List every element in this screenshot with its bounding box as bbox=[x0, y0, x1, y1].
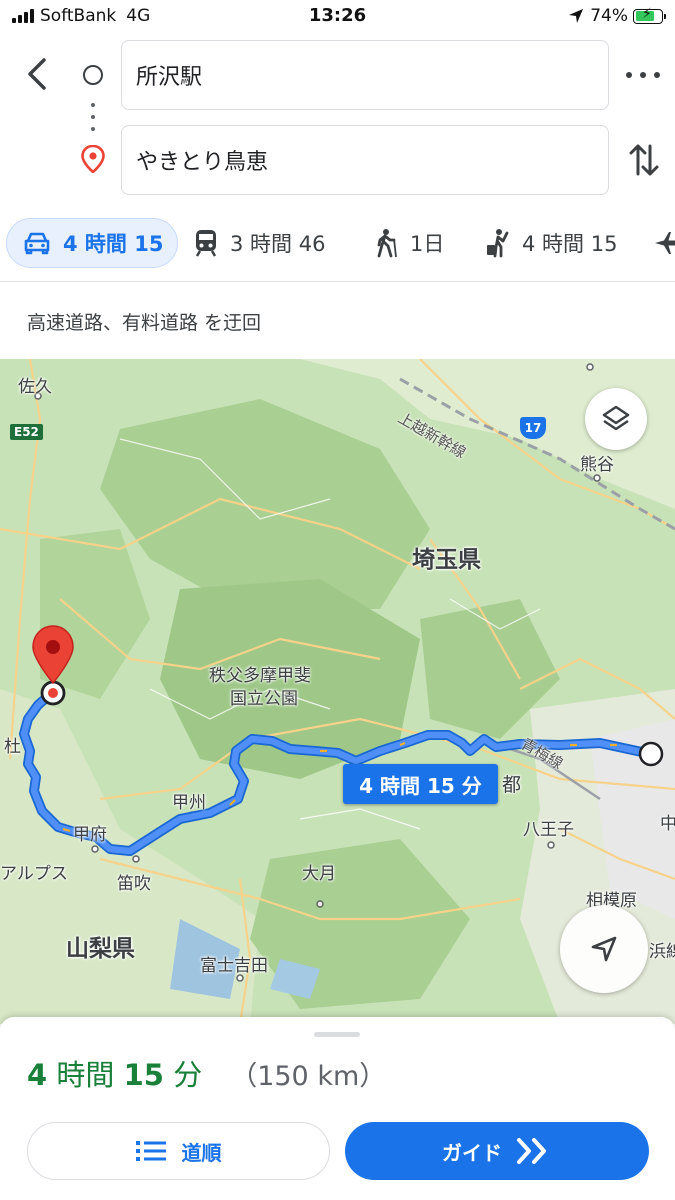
trip-duration: 4 時間 15 分 bbox=[27, 1052, 202, 1094]
battery-icon: ⚡ bbox=[633, 5, 666, 24]
tab-drive-label: 4 時間 15 bbox=[63, 232, 164, 256]
map-label-saitama: 埼玉県 bbox=[412, 547, 481, 573]
map-label-fujiyoshida: 富士吉田 bbox=[200, 956, 268, 976]
signal-icon bbox=[12, 9, 34, 23]
location-arrow-icon bbox=[569, 9, 584, 23]
map-label-hachioji: 八王子 bbox=[523, 820, 574, 840]
map-label-alps: アルプス bbox=[0, 864, 68, 884]
start-marker bbox=[638, 741, 664, 767]
double-chevron-icon bbox=[517, 1138, 546, 1164]
map-label-yamanashi: 山梨県 bbox=[66, 936, 135, 962]
travel-mode-tabs: 4 時間 15 3 時間 46 1日 4 時間 15 bbox=[0, 218, 675, 274]
origin-circle-icon bbox=[83, 65, 103, 85]
duration-minutes: 15 bbox=[123, 1058, 164, 1092]
tab-walk-label: 1日 bbox=[410, 232, 445, 256]
layers-icon bbox=[602, 405, 630, 431]
flight-icon bbox=[655, 232, 675, 254]
map-label-saku: 佐久 bbox=[18, 377, 52, 397]
duration-hours-unit: 時間 bbox=[47, 1058, 124, 1092]
swap-button[interactable] bbox=[626, 140, 662, 180]
more-options-button[interactable] bbox=[626, 64, 660, 86]
tab-walk[interactable]: 1日 bbox=[374, 218, 444, 268]
route-17-shield: 17 bbox=[520, 417, 546, 439]
status-right: 74% ⚡ bbox=[568, 5, 666, 26]
trip-distance: （150 km） bbox=[230, 1061, 387, 1092]
tabs-divider bbox=[0, 281, 675, 282]
route-options-note[interactable]: 高速道路、有料道路 を迂回 bbox=[27, 308, 261, 335]
battery-percent: 74% bbox=[590, 6, 628, 26]
map-label-naka: 中 bbox=[660, 814, 675, 834]
map-label-koshu: 甲州 bbox=[172, 793, 206, 813]
back-arrow-icon bbox=[28, 58, 46, 90]
navigation-start-button[interactable] bbox=[560, 905, 648, 993]
map-label-hama-line: 浜線 bbox=[649, 942, 675, 962]
back-button[interactable] bbox=[20, 54, 54, 94]
steps-button[interactable]: 道順 bbox=[27, 1122, 330, 1180]
tab-transit-label: 3 時間 46 bbox=[230, 232, 326, 256]
map-label-kofu: 甲府 bbox=[73, 825, 107, 845]
layers-button[interactable] bbox=[585, 388, 647, 450]
guide-button-label: ガイド bbox=[442, 1140, 502, 1165]
car-icon bbox=[24, 232, 50, 255]
origin-input[interactable]: 所沢駅 bbox=[121, 40, 609, 110]
tab-rideshare[interactable]: 4 時間 15 bbox=[486, 218, 617, 268]
tab-flight[interactable] bbox=[654, 218, 675, 268]
list-icon bbox=[135, 1141, 166, 1161]
tab-transit[interactable]: 3 時間 46 bbox=[194, 218, 325, 268]
rideshare-icon bbox=[487, 229, 509, 258]
steps-button-label: 道順 bbox=[181, 1140, 222, 1165]
map-label-kumagaya: 熊谷 bbox=[580, 455, 614, 475]
guide-button[interactable]: ガイド bbox=[345, 1122, 649, 1180]
route-dots-icon bbox=[91, 103, 95, 131]
route-time-chip[interactable]: 4 時間 15 分 bbox=[343, 764, 498, 804]
map-label-chichibu-2: 国立公園 bbox=[230, 689, 298, 709]
tab-rideshare-label: 4 時間 15 bbox=[522, 232, 618, 256]
map-label-otsuki: 大月 bbox=[302, 864, 336, 884]
walk-icon bbox=[377, 229, 397, 258]
duration-hours: 4 bbox=[27, 1058, 48, 1092]
map-label-tokyo: 都 bbox=[502, 774, 522, 796]
train-icon bbox=[195, 230, 217, 257]
trip-summary: 4 時間 15 分 （150 km） bbox=[27, 1052, 386, 1094]
destination-input[interactable]: やきとり鳥恵 bbox=[121, 125, 609, 195]
navigation-arrow-icon bbox=[591, 936, 617, 962]
status-left: SoftBank 4G bbox=[12, 6, 150, 26]
tab-drive[interactable]: 4 時間 15 bbox=[6, 218, 179, 268]
status-bar: SoftBank 4G 13:26 74% ⚡ bbox=[0, 0, 675, 34]
charging-bolt-icon: ⚡ bbox=[642, 5, 652, 22]
map-label-sha: 杜 bbox=[4, 737, 21, 757]
sheet-drag-handle[interactable] bbox=[314, 1032, 360, 1037]
map-label-chichibu-1: 秩父多摩甲斐 bbox=[209, 666, 311, 686]
carrier-name: SoftBank bbox=[40, 6, 117, 26]
destination-pin-icon bbox=[81, 145, 105, 173]
network-type: 4G bbox=[126, 6, 151, 26]
expressway-e52-shield: E52 bbox=[10, 424, 43, 440]
duration-minutes-unit: 分 bbox=[163, 1058, 203, 1092]
map-label-fuefuki: 笛吹 bbox=[117, 874, 151, 894]
